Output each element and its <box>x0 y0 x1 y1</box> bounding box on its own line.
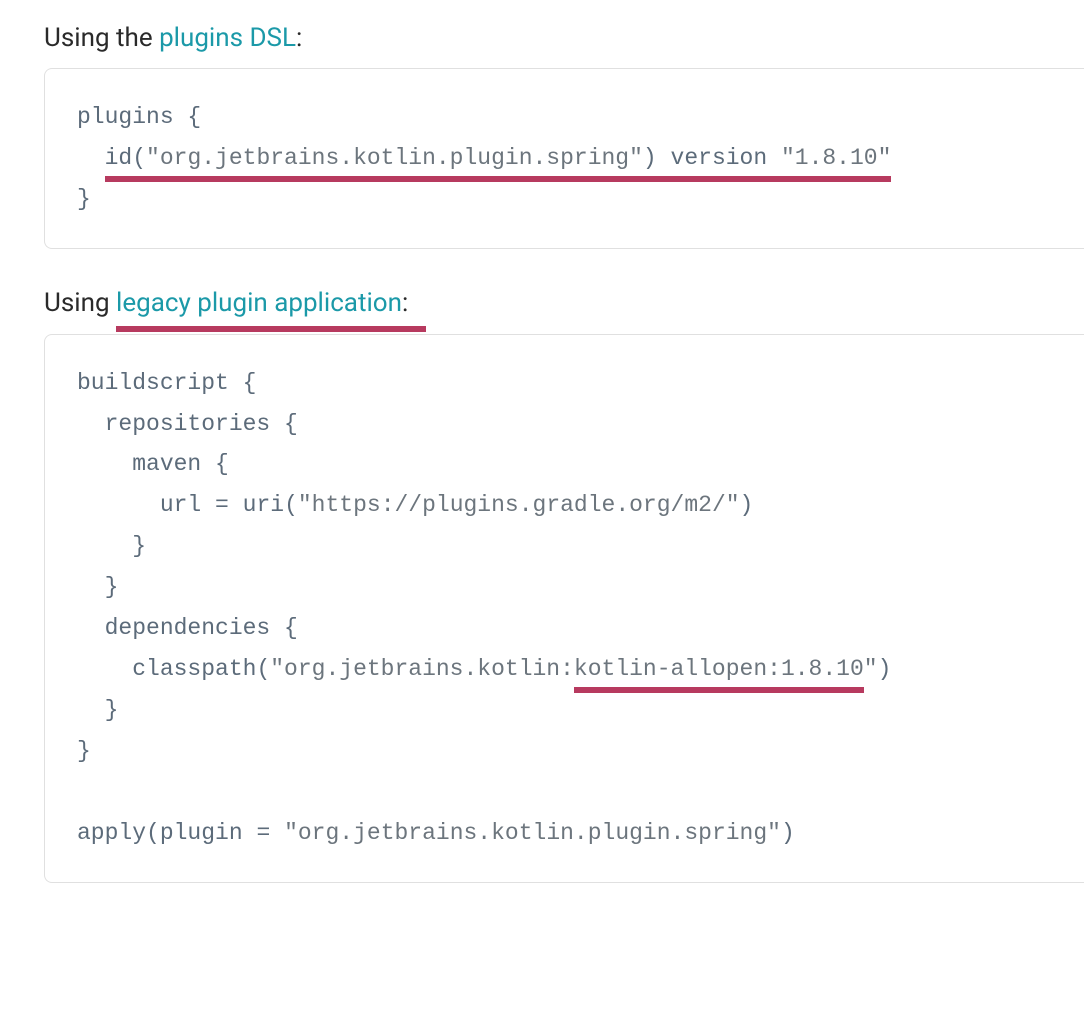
code-block-legacy-plugin: buildscript { repositories { maven { url… <box>44 334 1084 883</box>
heading-plugins-dsl: Using the plugins DSL: <box>44 20 1084 56</box>
code-content: buildscript { repositories { maven { url… <box>77 370 891 846</box>
heading-text-prefix: Using the <box>44 23 159 53</box>
heading-legacy-plugin: Using legacy plugin application: <box>44 285 1084 321</box>
heading-text-suffix: : <box>296 23 302 53</box>
section-plugins-dsl: Using the plugins DSL: plugins { id("org… <box>44 20 1084 249</box>
link-legacy-plugin[interactable]: legacy plugin application <box>116 285 402 321</box>
annotation-underline <box>574 687 864 693</box>
heading-text-suffix: : <box>402 288 408 318</box>
annotation-underline <box>105 176 892 182</box>
code-block-plugins-dsl: plugins { id("org.jetbrains.kotlin.plugi… <box>44 68 1084 249</box>
link-plugins-dsl[interactable]: plugins DSL <box>159 20 296 56</box>
section-legacy-plugin: Using legacy plugin application: buildsc… <box>44 285 1084 883</box>
heading-text-prefix: Using <box>44 288 116 318</box>
code-content: plugins { id("org.jetbrains.kotlin.plugi… <box>77 104 891 212</box>
annotation-underline <box>116 326 426 332</box>
